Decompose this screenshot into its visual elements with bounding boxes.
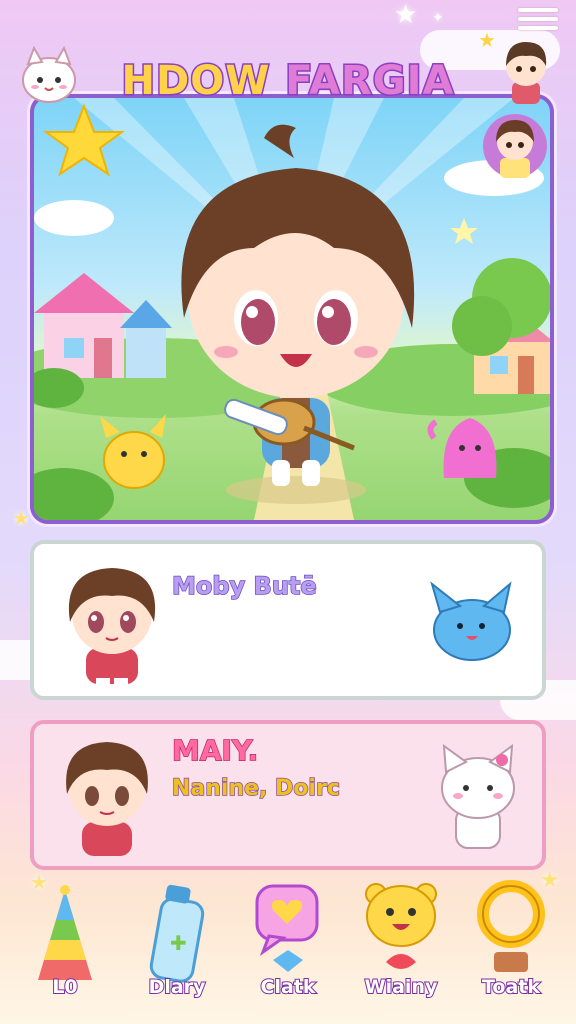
dock-item-toatk[interactable]: Toatk — [466, 880, 556, 1020]
card-1-name: Moby Butē — [171, 571, 317, 601]
sparkle-icon: ✦ — [432, 10, 444, 26]
dock-item-clatk[interactable]: Clatk — [243, 880, 333, 1020]
character-card-1[interactable]: Moby Butē — [30, 540, 546, 700]
dock-item-wiainy[interactable]: Wiainy — [356, 880, 446, 1020]
house-left — [34, 273, 172, 378]
ring-icon — [477, 880, 545, 972]
dock-label-wiainy: Wiainy — [364, 975, 439, 999]
game-title: HDOW FARGIA — [0, 57, 576, 106]
sparkle-icon: ★ — [394, 0, 418, 30]
dock-label-diary: Dlary — [148, 975, 207, 999]
game-screen: ★ ✦ ★ ★ ★ ★ HDOW FARGIA Moby Butē MAIY. … — [0, 0, 576, 1024]
blue-creature — [430, 581, 512, 661]
white-cat-creature — [441, 743, 515, 849]
dock-label-clatk: Clatk — [260, 975, 317, 999]
bear-face-icon — [365, 883, 437, 969]
menu-button[interactable] — [518, 8, 558, 30]
card-2-name: MAIY. — [171, 733, 259, 768]
card-2-subtitle: Nanine, Doirc — [171, 775, 340, 802]
svg-text:✚: ✚ — [170, 931, 187, 955]
menu-line — [518, 26, 558, 30]
menu-line — [518, 17, 558, 21]
rainbow-tree-icon — [38, 885, 92, 980]
dock-label-l0: L0 — [51, 975, 78, 999]
title-part-1: HDOW — [120, 57, 271, 106]
heart-bubble-icon — [255, 884, 319, 972]
menu-line — [518, 8, 558, 12]
character-card-2[interactable]: MAIY. Nanine, Doirc — [30, 720, 546, 870]
star-icon: ★ — [12, 506, 30, 530]
bottle-icon: ✚ — [149, 884, 205, 983]
dock-label-toatk: Toatk — [481, 975, 541, 999]
white-cat-mascot — [22, 45, 76, 103]
pink-creature — [427, 418, 497, 478]
dock-item-l0[interactable]: L0 — [20, 880, 110, 1020]
title-part-2: FARGIA — [284, 57, 455, 106]
scene-illustration — [34, 98, 550, 520]
boy-avatar — [68, 568, 156, 688]
bottom-dock: L0 ✚ Dlary Clatk Wiainy Toatk — [0, 880, 576, 1024]
yellow-creature — [100, 414, 166, 489]
boy-avatar-2 — [66, 742, 148, 856]
star-icon: ★ — [478, 28, 496, 52]
dock-item-diary[interactable]: ✚ Dlary — [132, 880, 222, 1020]
girl-chibi-mascot — [483, 114, 547, 178]
boy-chibi-mascot — [506, 42, 547, 104]
